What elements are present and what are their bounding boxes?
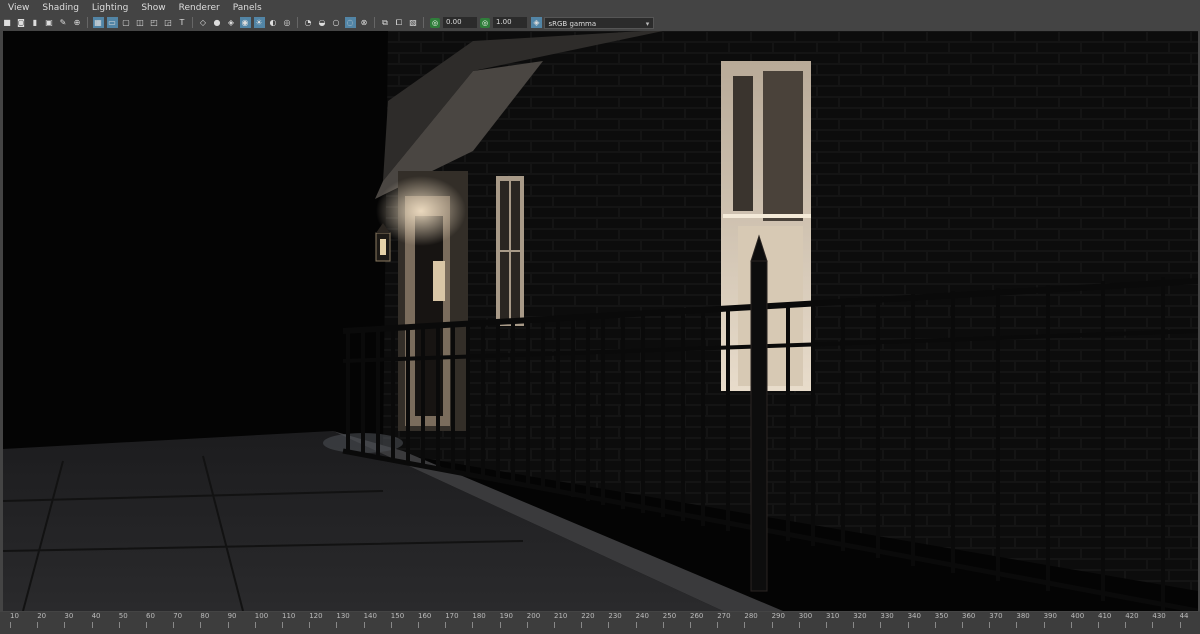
color-space-label: sRGB gamma [548,19,597,28]
timeline-tick-label: 340 [907,612,921,628]
timeline-tick-label: 170 [445,612,459,628]
timeline-tick-label: 300 [798,612,813,628]
use-all-lights-icon[interactable]: ☀ [253,17,265,28]
timeline-tick-label: 140 [363,612,377,628]
tone-map-icon[interactable]: ▧ [408,17,419,28]
timeline-tick-label: 280 [744,612,758,628]
timeline-tick-label: 220 [581,612,595,628]
depth-of-field-icon[interactable]: ○ [331,17,342,28]
timeline-tick-label: 330 [880,612,894,628]
image-plane-icon[interactable]: ▣ [44,17,55,28]
menu-panels[interactable]: Panels [225,3,267,13]
motion-blur-icon[interactable]: ◔ [303,17,314,28]
timeline-tick-label: 130 [336,612,350,628]
timeline-tick-label: 260 [690,612,704,628]
xray-components-icon[interactable]: ⧠ [394,17,405,28]
timeline-tick-label: 70 [173,612,183,628]
xray-joints-icon[interactable]: ⊗ [359,17,370,28]
timeline-tick-label: 180 [472,612,486,628]
timeline-tick-label: 420 [1125,612,1139,628]
chevron-down-icon: ▾ [645,19,650,28]
timeline-tick-label: 240 [635,612,649,628]
menu-lighting[interactable]: Lighting [84,3,133,13]
timeline-tick-label: 430 [1152,612,1166,628]
wireframe-icon[interactable]: ◇ [198,17,209,28]
timeline-tick-label: 90 [227,612,237,628]
timeline-tick-label: 50 [118,612,128,628]
timeline-tick-label: 270 [717,612,731,628]
viewport-toolbar: ■ ◙ ▮ ▣ ✎ ⊕ ▦ ▭ ▢ ◫ ◰ ◲ T ◇ ● ◈ ◉ ☀ ◐ ◎ ◔ ◒ ○ ◌ ⊗ ⧉ ⧠ ▧ ◎ 0.00 ◎ 1.00 ◈ s… [0,15,1200,30]
timeline-tick-label: 380 [1016,612,1030,628]
grease-pencil-icon[interactable]: ✎ [58,17,69,28]
2d-pan-zoom-icon[interactable]: ⊕ [72,17,83,28]
timeline-tick-label: 80 [200,612,210,628]
menu-renderer[interactable]: Renderer [171,3,225,13]
menu-view[interactable]: View [0,3,34,13]
wireframe-on-shaded-icon[interactable]: ◈ [226,17,237,28]
timeline-tick-label: 200 [526,612,541,628]
timeline-tick-label: 320 [853,612,867,628]
resolution-gate-icon[interactable]: ▢ [121,17,132,28]
small-window [496,176,524,326]
color-space-dropdown[interactable]: sRGB gamma ▾ [543,16,654,29]
timeline-tick-label: 120 [309,612,323,628]
gate-mask-icon[interactable]: ◫ [135,17,146,28]
time-slider[interactable]: 10 20 30 40 50 60 70 80 90 100 110 120 130 140 150 160 1… [0,612,1200,634]
timeline-tick-label: 350 [934,612,949,628]
timeline-tick-label: 310 [826,612,840,628]
xray-icon[interactable]: ◌ [344,17,356,28]
timeline-tick-label: 210 [554,612,568,628]
timeline-tick-label: 160 [418,612,432,628]
timeline-tick-label: 20 [37,612,47,628]
isolate-select-icon[interactable]: ⧉ [380,17,391,28]
gamma-toggle-icon[interactable]: ◎ [480,17,490,28]
view-transform-icon[interactable]: ◈ [531,17,542,28]
screen-space-ao-icon[interactable]: ◎ [282,17,293,28]
viewport-menubar: View Shading Lighting Show Renderer Panels [0,0,1200,15]
textured-icon[interactable]: ◉ [239,17,251,28]
toolbar-separator [87,17,88,28]
exposure-toggle-icon[interactable]: ◎ [430,17,440,28]
timeline-tick-label: 10 [10,612,19,628]
timeline-tick-label: 44 [1179,612,1189,628]
timeline-tick-label: 60 [146,612,155,628]
timeline-tick-label: 150 [390,612,405,628]
timeline-tick-label: 370 [989,612,1003,628]
rendered-scene [3,31,1198,611]
safe-title-icon[interactable]: T [177,17,188,28]
bookmark-icon[interactable]: ▮ [30,17,41,28]
timeline-tick-label: 250 [662,612,677,628]
camera-icon[interactable]: ■ [2,17,13,28]
toolbar-separator [423,17,424,28]
3d-viewport[interactable] [3,31,1198,611]
menu-show[interactable]: Show [133,3,170,13]
timeline-tick-label: 290 [771,612,785,628]
camera-attributes-icon[interactable]: ◙ [16,17,27,28]
timeline-tick-label: 40 [91,612,101,628]
safe-action-icon[interactable]: ◲ [163,17,174,28]
toolbar-separator [297,17,298,28]
film-gate-icon[interactable]: ▭ [106,17,118,28]
timeline-tick-label: 190 [499,612,513,628]
toolbar-separator [192,17,193,28]
timeline-tick-label: 110 [282,612,296,628]
timeline-tick-label: 30 [64,612,74,628]
smooth-shade-icon[interactable]: ● [212,17,223,28]
multisample-aa-icon[interactable]: ◒ [317,17,328,28]
shadows-icon[interactable]: ◐ [268,17,279,28]
timeline-tick-label: 400 [1070,612,1085,628]
toolbar-separator [374,17,375,28]
timeline-tick-label: 410 [1098,612,1112,628]
field-chart-icon[interactable]: ◰ [149,17,160,28]
timeline-tick-label: 230 [608,612,622,628]
timeline-tick-label: 100 [254,612,269,628]
exposure-field[interactable]: 0.00 [443,17,477,28]
timeline-tick-label: 360 [962,612,976,628]
grid-icon[interactable]: ▦ [92,17,104,28]
timeline-tick-label: 390 [1043,612,1057,628]
gamma-field[interactable]: 1.00 [493,17,527,28]
menu-shading[interactable]: Shading [34,3,84,13]
